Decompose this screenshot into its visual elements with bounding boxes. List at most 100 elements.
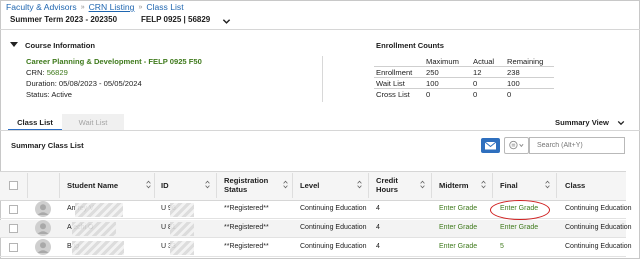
registration-status: **Registered** [224, 224, 269, 231]
waitlist-max: 100 [426, 79, 439, 88]
waitlist-label: Wait List [376, 79, 405, 88]
enroll-label: Enrollment [376, 68, 413, 77]
sort-icon[interactable] [146, 180, 151, 189]
term-bar[interactable]: Summer Term 2023 - 202350 FELP 0925 | 56… [0, 14, 640, 30]
sort-icon[interactable] [357, 180, 362, 189]
column-separator [154, 173, 155, 198]
column-separator [216, 173, 217, 198]
breadcrumb-crn-listing[interactable]: CRN Listing [89, 2, 135, 12]
breadcrumb-separator: » [138, 4, 143, 11]
select-all-checkbox[interactable] [9, 181, 18, 190]
level: Continuing Education [300, 243, 367, 250]
class: Continuing Education [565, 224, 632, 231]
breadcrumb: Faculty & Advisors» CRN Listing» Class Lis… [6, 2, 184, 13]
col-student-name[interactable]: Student Name [67, 181, 118, 190]
email-button[interactable] [481, 138, 500, 153]
col-midterm[interactable]: Midterm [439, 181, 469, 190]
avatar-icon [35, 220, 51, 236]
filter-button[interactable] [504, 137, 529, 154]
breadcrumb-separator: » [80, 4, 85, 11]
level: Continuing Education [300, 224, 367, 231]
crosslist-remaining: 0 [507, 90, 512, 99]
sort-icon[interactable] [420, 180, 425, 189]
column-separator [431, 173, 432, 198]
tab-wait-list[interactable]: Wait List [62, 114, 124, 131]
col-level[interactable]: Level [300, 181, 319, 190]
caret-down-icon[interactable] [10, 42, 18, 48]
column-separator [556, 173, 557, 198]
redaction [72, 241, 124, 255]
crosslist-actual: 0 [473, 90, 478, 99]
col-credit-hours-line1: Credit [376, 176, 398, 185]
redaction [72, 222, 116, 236]
summary-class-list-title: Summary Class List [11, 141, 84, 150]
registration-status: **Registered** [224, 205, 269, 212]
col-registration-status-line2: Status [224, 185, 248, 194]
credit-hours: 4 [376, 243, 380, 250]
credit-hours: 4 [376, 205, 380, 212]
col-class[interactable]: Class [565, 181, 585, 190]
chevron-down-icon[interactable] [617, 119, 625, 127]
crn-label: CRN: [26, 68, 45, 77]
enroll-row-divider [374, 88, 554, 89]
enroll-row-divider [374, 77, 554, 78]
filter-icon [509, 140, 524, 150]
sort-icon[interactable] [481, 180, 486, 189]
enroll-max: 250 [426, 68, 439, 77]
col-registration-status-line1: Registration [224, 176, 269, 185]
midterm-enter-grade[interactable]: Enter Grade [439, 243, 477, 250]
row-checkbox[interactable] [9, 243, 18, 252]
midterm-enter-grade[interactable]: Enter Grade [439, 205, 477, 212]
col-credit-hours-line2: Hours [376, 185, 398, 194]
course-info-heading: Course Information [25, 41, 96, 50]
enroll-remaining: 238 [507, 68, 520, 77]
column-separator [492, 173, 493, 198]
crosslist-max: 0 [426, 90, 431, 99]
sort-icon[interactable] [205, 180, 210, 189]
redaction [170, 222, 194, 236]
chevron-down-icon[interactable] [222, 17, 231, 26]
class: Continuing Education [565, 205, 632, 212]
final-enter-grade[interactable]: Enter Grade [500, 224, 538, 231]
col-maximum: Maximum [426, 57, 459, 66]
course-title: Career Planning & Development - FELP 092… [26, 57, 202, 66]
tab-class-list[interactable]: Class List [8, 114, 62, 131]
col-id[interactable]: ID [161, 181, 169, 190]
crn-value: 56829 [46, 68, 68, 77]
avatar-icon [35, 239, 51, 255]
term-label: Summer Term 2023 - 202350 [10, 15, 118, 24]
column-separator [59, 173, 60, 198]
final-grade[interactable]: 5 [500, 243, 504, 250]
level: Continuing Education [300, 205, 367, 212]
column-separator [292, 173, 293, 198]
registration-status: **Registered** [224, 243, 269, 250]
credit-hours: 4 [376, 224, 380, 231]
search-input[interactable] [529, 137, 625, 154]
enrollment-heading: Enrollment Counts [376, 41, 444, 50]
row-checkbox[interactable] [9, 224, 18, 233]
sort-icon[interactable] [283, 180, 288, 189]
col-registration-status[interactable]: Registration Status [224, 176, 268, 194]
row-checkbox[interactable] [9, 205, 18, 214]
sort-icon[interactable] [545, 180, 550, 189]
enroll-row-divider [374, 66, 554, 67]
tabs-divider [0, 130, 640, 131]
course-label: FELP 0925 | 56829 [141, 15, 211, 24]
col-credit-hours[interactable]: Credit Hours [376, 176, 398, 194]
divider [322, 56, 323, 102]
breadcrumb-class-list[interactable]: Class List [146, 2, 183, 12]
redaction [170, 203, 194, 217]
breadcrumb-faculty-advisors[interactable]: Faculty & Advisors [6, 2, 77, 12]
midterm-enter-grade[interactable]: Enter Grade [439, 224, 477, 231]
crosslist-label: Cross List [376, 90, 410, 99]
col-actual: Actual [473, 57, 495, 66]
duration: Duration: 05/08/2023 - 05/05/2024 [26, 79, 142, 88]
waitlist-actual: 0 [473, 79, 478, 88]
col-final[interactable]: Final [500, 181, 518, 190]
mail-icon [484, 141, 497, 150]
crn-line: CRN: 56829 [26, 68, 68, 77]
status: Status: Active [26, 90, 73, 99]
redaction [170, 241, 194, 255]
summary-view-dropdown[interactable]: Summary View [555, 118, 609, 127]
avatar-icon [35, 201, 51, 217]
